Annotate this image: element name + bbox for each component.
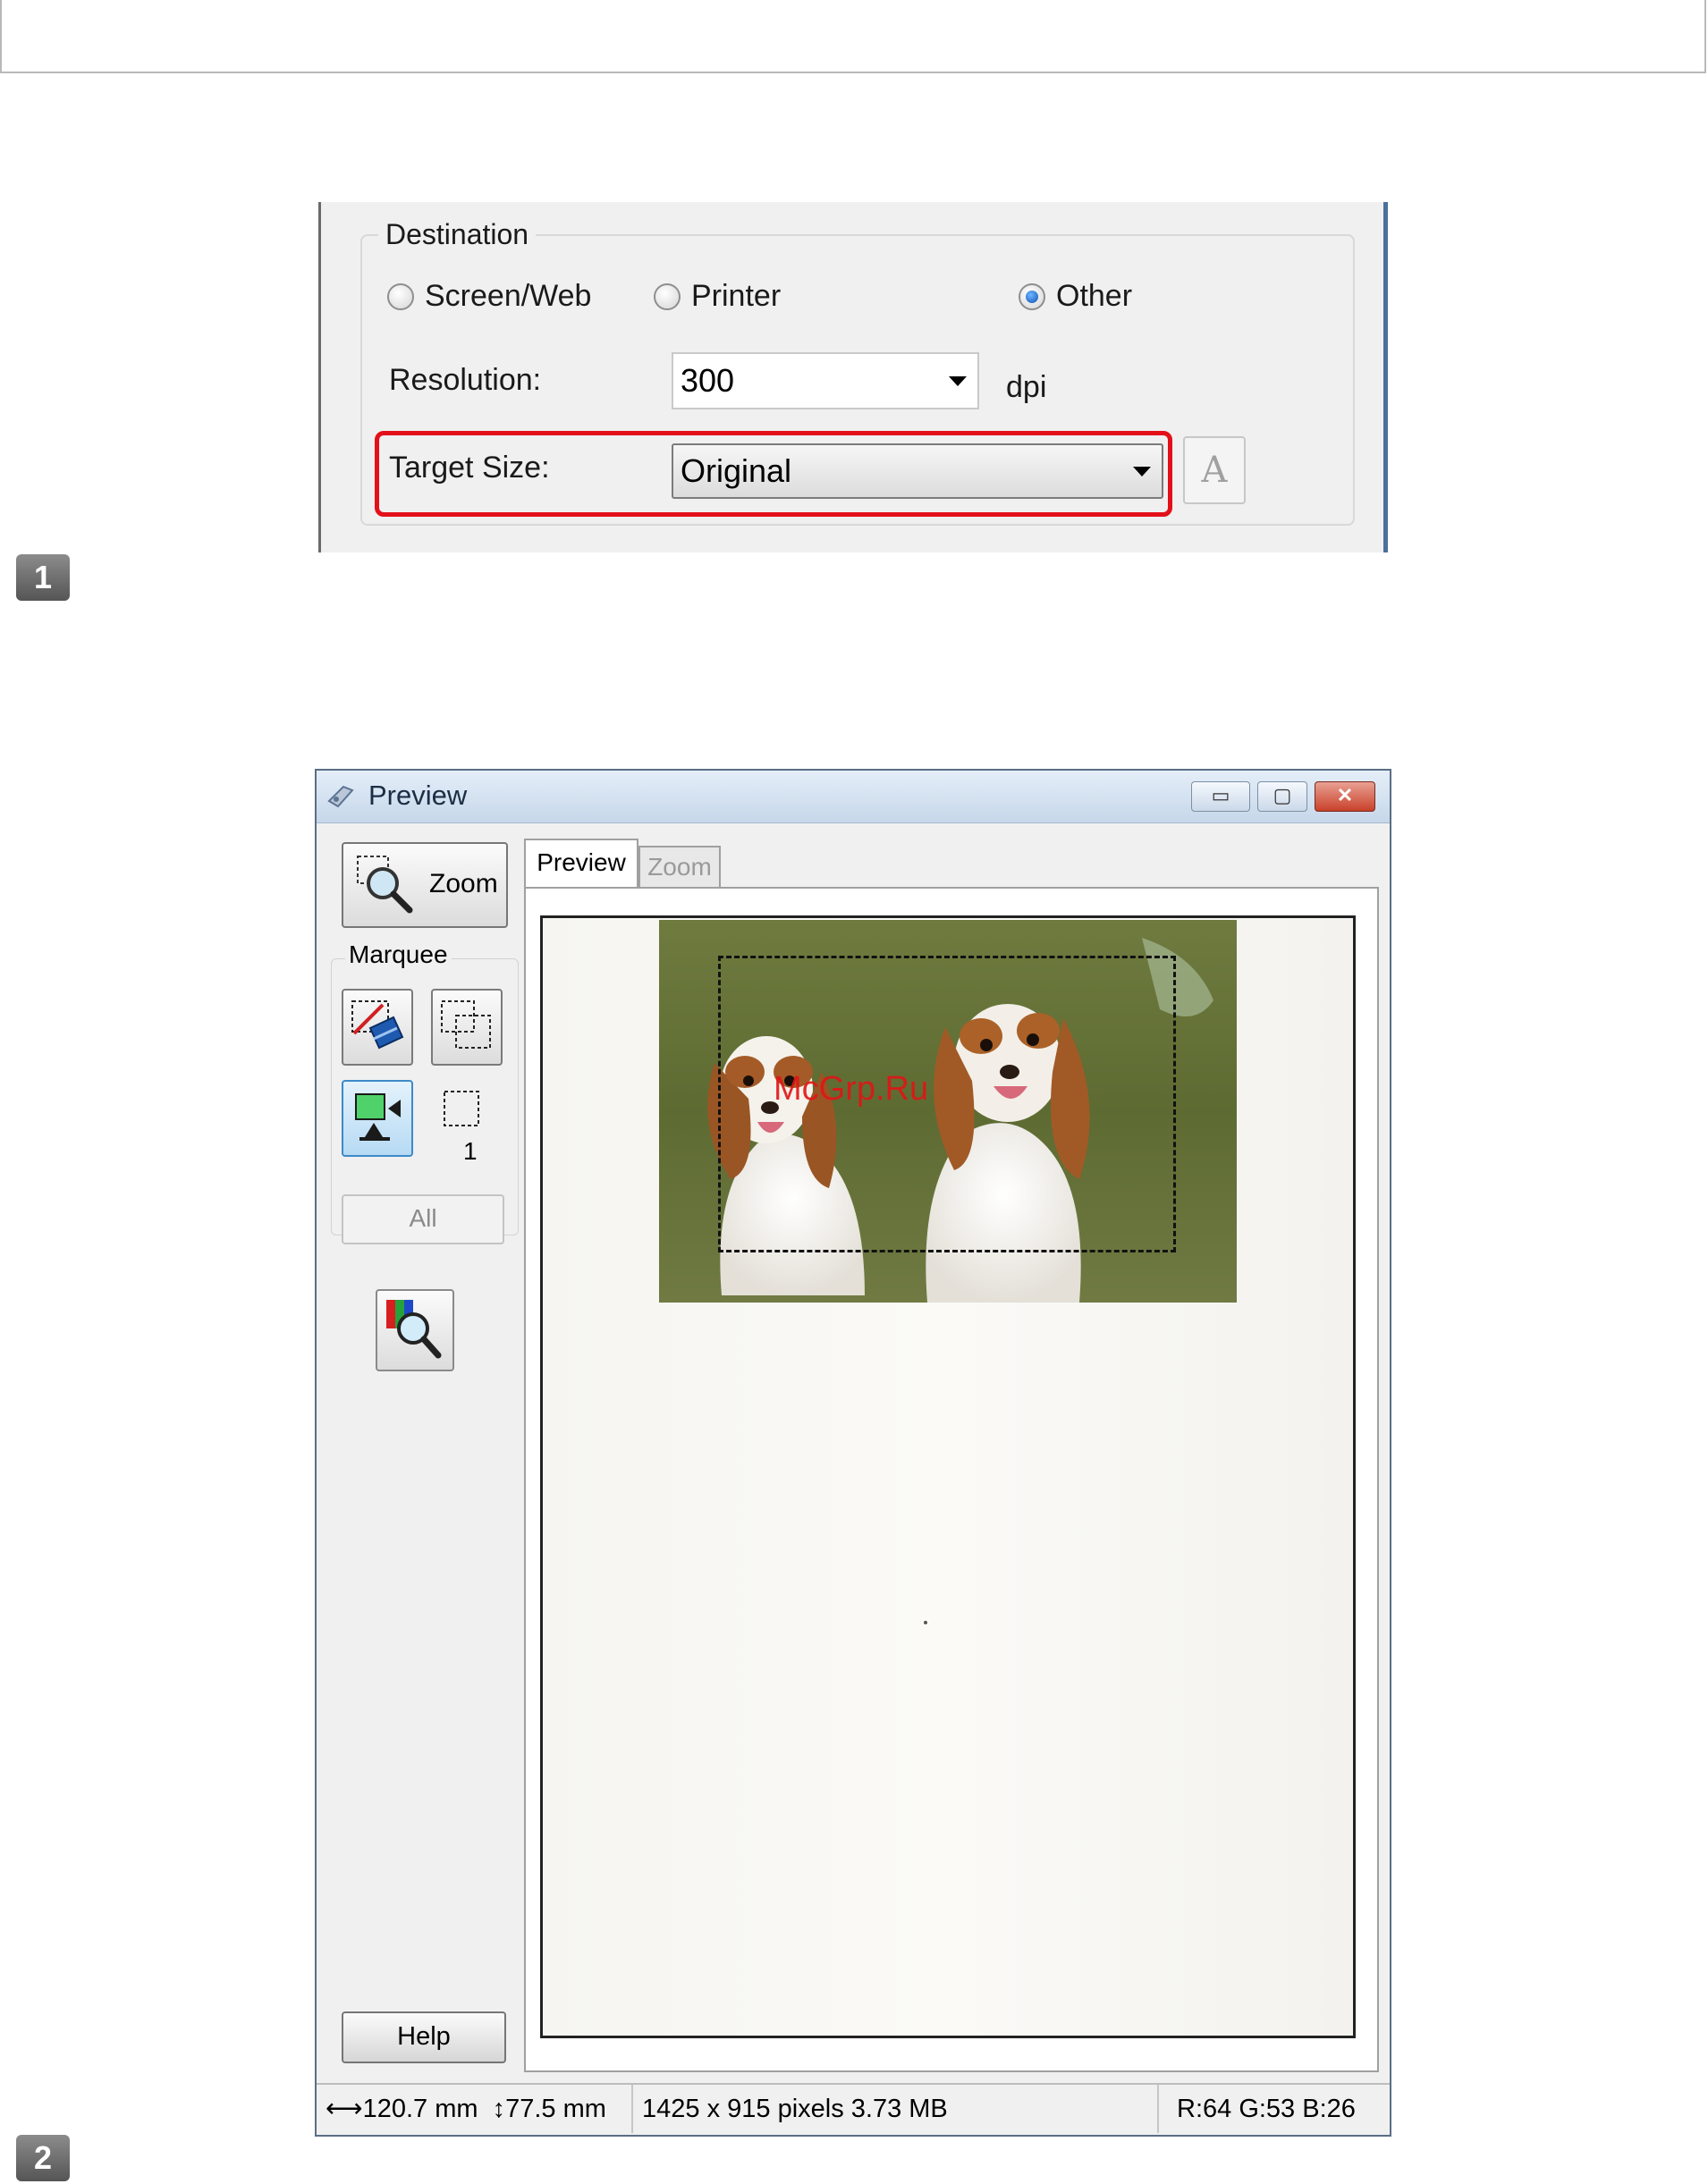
top-header-box bbox=[0, 0, 1706, 73]
color-palette-button[interactable] bbox=[376, 1289, 454, 1371]
all-button: All bbox=[342, 1194, 504, 1244]
status-dimensions: ⟷120.7 mm ↕77.5 mm bbox=[317, 2085, 633, 2133]
delete-marquee-icon bbox=[347, 996, 410, 1063]
target-size-value: Original bbox=[681, 452, 792, 489]
chevron-down-icon[interactable] bbox=[949, 376, 967, 386]
zoom-button-label: Zoom bbox=[429, 869, 498, 898]
marquee-count: 1 bbox=[463, 1137, 478, 1165]
auto-locate-button[interactable] bbox=[342, 1080, 413, 1157]
scan-area[interactable]: McGrp.Ru bbox=[540, 915, 1356, 2038]
window-title: Preview bbox=[368, 780, 468, 811]
zoom-button[interactable]: Zoom bbox=[342, 842, 508, 928]
preview-pane: McGrp.Ru bbox=[524, 887, 1379, 2072]
maximize-icon: ▢ bbox=[1273, 784, 1292, 806]
radio-circle bbox=[654, 282, 681, 310]
radio-circle bbox=[387, 282, 414, 310]
duplicate-marquee-icon bbox=[436, 996, 499, 1063]
title-bar[interactable]: Preview ▭ ▢ ✕ bbox=[317, 771, 1390, 823]
radio-label: Printer bbox=[691, 279, 782, 313]
help-button[interactable]: Help bbox=[342, 2011, 506, 2063]
radio-circle-selected bbox=[1019, 282, 1045, 310]
status-height: 77.5 mm bbox=[505, 2095, 606, 2123]
resolution-label: Resolution: bbox=[389, 363, 542, 397]
radio-other[interactable]: Other bbox=[1019, 279, 1132, 314]
width-arrow-icon: ⟷ bbox=[326, 2095, 363, 2123]
font-a-icon: A bbox=[1201, 450, 1228, 491]
chevron-down-icon[interactable] bbox=[1133, 467, 1151, 476]
target-size-label: Target Size: bbox=[389, 451, 550, 485]
delete-marquee-button[interactable] bbox=[342, 989, 413, 1066]
destination-legend: Destination bbox=[378, 218, 537, 251]
minimize-button[interactable]: ▭ bbox=[1191, 781, 1250, 812]
marquee-legend: Marquee bbox=[345, 940, 452, 969]
tool-sidebar: Zoom Marquee 1 All Help bbox=[317, 824, 519, 2085]
radio-printer[interactable]: Printer bbox=[654, 279, 781, 314]
color-palette-icon bbox=[383, 1296, 447, 1367]
font-size-button[interactable]: A bbox=[1183, 436, 1246, 504]
close-button[interactable]: ✕ bbox=[1315, 781, 1375, 812]
destination-panel: Destination Screen/Web Printer Other Res… bbox=[318, 202, 1388, 552]
resolution-unit: dpi bbox=[1006, 370, 1047, 404]
preview-window: Preview ▭ ▢ ✕ Zoom Marquee 1 All Help Pr… bbox=[315, 769, 1391, 2137]
radio-label: Other bbox=[1056, 279, 1133, 313]
height-arrow-icon: ↕ bbox=[492, 2095, 506, 2123]
dust-speck bbox=[924, 1621, 927, 1624]
step-badge-1: 1 bbox=[16, 554, 70, 601]
tab-preview[interactable]: Preview bbox=[524, 839, 638, 889]
scanner-app-icon bbox=[326, 780, 358, 812]
auto-locate-icon bbox=[349, 1089, 408, 1152]
minimize-icon: ▭ bbox=[1211, 784, 1230, 806]
resolution-value: 300 bbox=[681, 362, 735, 399]
target-size-dropdown[interactable]: Original bbox=[672, 443, 1163, 499]
radio-label: Screen/Web bbox=[425, 279, 592, 313]
zoom-magnifier-icon bbox=[354, 853, 419, 922]
step-badge-2: 2 bbox=[16, 2135, 70, 2181]
top-header-box-edge bbox=[0, 0, 2, 73]
status-rgb: R:64 G:53 B:26 bbox=[1177, 2095, 1356, 2123]
tab-zoom[interactable]: Zoom bbox=[638, 846, 721, 889]
duplicate-marquee-button[interactable] bbox=[431, 989, 503, 1066]
close-icon: ✕ bbox=[1336, 784, 1354, 806]
watermark-text: McGrp.Ru bbox=[774, 1070, 929, 1108]
maximize-button[interactable]: ▢ bbox=[1257, 781, 1307, 812]
radio-screen-web[interactable]: Screen/Web bbox=[387, 279, 591, 314]
status-size: 1425 x 915 pixels 3.73 MB bbox=[633, 2085, 1159, 2133]
status-bar: ⟷120.7 mm ↕77.5 mm 1425 x 915 pixels 3.7… bbox=[317, 2083, 1390, 2135]
marquee-frame-icon bbox=[442, 1089, 481, 1128]
status-width: 120.7 mm bbox=[362, 2095, 478, 2123]
resolution-combobox[interactable]: 300 bbox=[672, 352, 979, 409]
